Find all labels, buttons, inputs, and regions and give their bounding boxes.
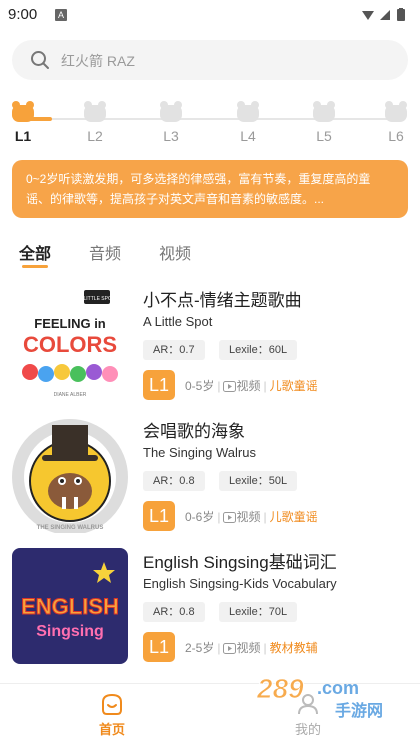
level-label: L1: [14, 128, 32, 144]
ar-tag: AR：0.8: [143, 471, 205, 491]
search-placeholder: 红火箭 RAZ: [61, 53, 135, 69]
status-time: 9:00: [8, 6, 38, 23]
list-item[interactable]: A LITTLE SPOT FEELING in COLORS DIANE AL…: [0, 286, 420, 416]
cover-line2: Singsing: [36, 623, 104, 640]
watermark-logo: 289 .com 手游网: [256, 673, 384, 721]
tab-video[interactable]: 视频: [159, 240, 191, 264]
item-title: 会唱歌的海象: [143, 422, 245, 441]
level-bear-icon: [160, 101, 182, 122]
level-l3[interactable]: L3: [151, 100, 191, 146]
level-label: L2: [87, 128, 103, 144]
watermark-brand: 289: [256, 673, 304, 704]
cover-illustration: THE SINGING WALRUS: [12, 419, 128, 533]
nav-home-label: 首页: [98, 722, 125, 737]
home-icon: [102, 693, 122, 715]
level-l4[interactable]: L4: [228, 100, 268, 146]
item-meta: 2-5岁 | 视频 | 教材教辅: [185, 641, 318, 655]
level-label: L6: [388, 128, 404, 144]
media-type: 视频: [236, 510, 261, 524]
item-subtitle: The Singing Walrus: [143, 445, 256, 460]
signal-battery-icons: [362, 8, 405, 21]
category: 儿歌童谣: [269, 510, 318, 524]
age-range: 0-6岁: [185, 510, 215, 524]
age-range: 2-5岁: [185, 641, 215, 655]
tab-underline: [22, 265, 48, 268]
item-subtitle: A Little Spot: [143, 314, 213, 329]
watermark-domain: .com: [317, 678, 359, 698]
level-badge: L1: [143, 501, 175, 531]
lexile-tag: Lexile：70L: [219, 602, 298, 622]
list-item[interactable]: ENGLISH Singsing English Singsing基础词汇 En…: [0, 548, 420, 678]
level-label: L4: [240, 128, 256, 144]
cover-corner-text: A LITTLE SPOT: [79, 296, 115, 302]
media-type: 视频: [236, 641, 261, 655]
item-cover-image: THE SINGING WALRUS: [12, 417, 128, 533]
notification-icon: A: [55, 9, 67, 21]
level-label: L5: [316, 128, 332, 144]
lexile-tag: Lexile：50L: [219, 471, 298, 491]
level-bear-icon: [84, 101, 106, 122]
level-l2[interactable]: L2: [75, 100, 115, 146]
nav-mine-label: 我的: [294, 722, 321, 737]
category: 儿歌童谣: [269, 379, 318, 393]
nav-home[interactable]: 首页: [82, 692, 142, 738]
level-badge: L1: [143, 632, 175, 662]
list-item[interactable]: THE SINGING WALRUS 会唱歌的海象 The Singing Wa…: [0, 417, 420, 547]
video-icon: [223, 381, 237, 392]
cover-illustration: ENGLISH Singsing: [21, 562, 119, 640]
item-meta: 0-6岁 | 视频 | 儿歌童谣: [185, 510, 318, 524]
content-tabs: 全部 音频 视频: [0, 236, 420, 270]
cover-line2: COLORS: [23, 332, 117, 357]
level-selector: L1 L2 L3 L4 L5 L6: [0, 96, 420, 146]
level-description-banner[interactable]: 0~2岁听读激发期，可多选择的律感强，富有节奏，重复度高的童 谣、的律歌等，提高…: [12, 160, 408, 218]
item-subtitle: English Singsing-Kids Vocabulary: [143, 576, 337, 591]
level-l1[interactable]: L1: [3, 100, 43, 146]
cover-line1: FEELING in: [34, 316, 106, 331]
video-icon: [223, 643, 237, 654]
banner-text-line1: 0~2岁听读激发期，可多选择的律感强，富有节奏，重复度高的童: [26, 172, 371, 186]
media-type: 视频: [236, 379, 261, 393]
cover-ring-text: THE SINGING WALRUS: [37, 525, 104, 531]
item-cover-image: ENGLISH Singsing: [12, 548, 128, 664]
lexile-tag: Lexile：60L: [219, 340, 298, 360]
search-icon: [31, 51, 49, 69]
ar-tag: AR：0.8: [143, 602, 205, 622]
item-title: English Singsing基础词汇: [143, 553, 337, 572]
level-bear-icon: [12, 101, 34, 122]
banner-text-line2: 谣、的律歌等，提高孩子对英文声音和音素的敏感度。...: [26, 192, 325, 206]
level-badge: L1: [143, 370, 175, 400]
item-cover-image: A LITTLE SPOT FEELING in COLORS DIANE AL…: [12, 286, 128, 402]
cover-author: DIANE ALBER: [54, 392, 87, 398]
item-title: 小不点-情绪主题歌曲: [143, 291, 302, 310]
cover-illustration: A LITTLE SPOT FEELING in COLORS DIANE AL…: [22, 290, 118, 398]
age-range: 0-5岁: [185, 379, 215, 393]
watermark-sub: 手游网: [335, 701, 383, 720]
item-meta: 0-5岁 | 视频 | 儿歌童谣: [185, 379, 318, 393]
level-l6[interactable]: L6: [376, 100, 416, 146]
category: 教材教辅: [269, 641, 318, 655]
ar-tag: AR：0.7: [143, 340, 205, 360]
tab-audio[interactable]: 音频: [89, 240, 121, 264]
level-bear-icon: [385, 101, 407, 122]
status-bar: 9:00 A: [0, 0, 420, 30]
tab-all[interactable]: 全部: [19, 240, 51, 264]
level-bear-icon: [237, 101, 259, 122]
video-icon: [223, 512, 237, 523]
cover-line1: ENGLISH: [21, 594, 119, 619]
level-bear-icon: [313, 101, 335, 122]
search-bar[interactable]: 红火箭 RAZ: [12, 40, 408, 80]
level-label: L3: [163, 128, 179, 144]
level-l5[interactable]: L5: [304, 100, 344, 146]
